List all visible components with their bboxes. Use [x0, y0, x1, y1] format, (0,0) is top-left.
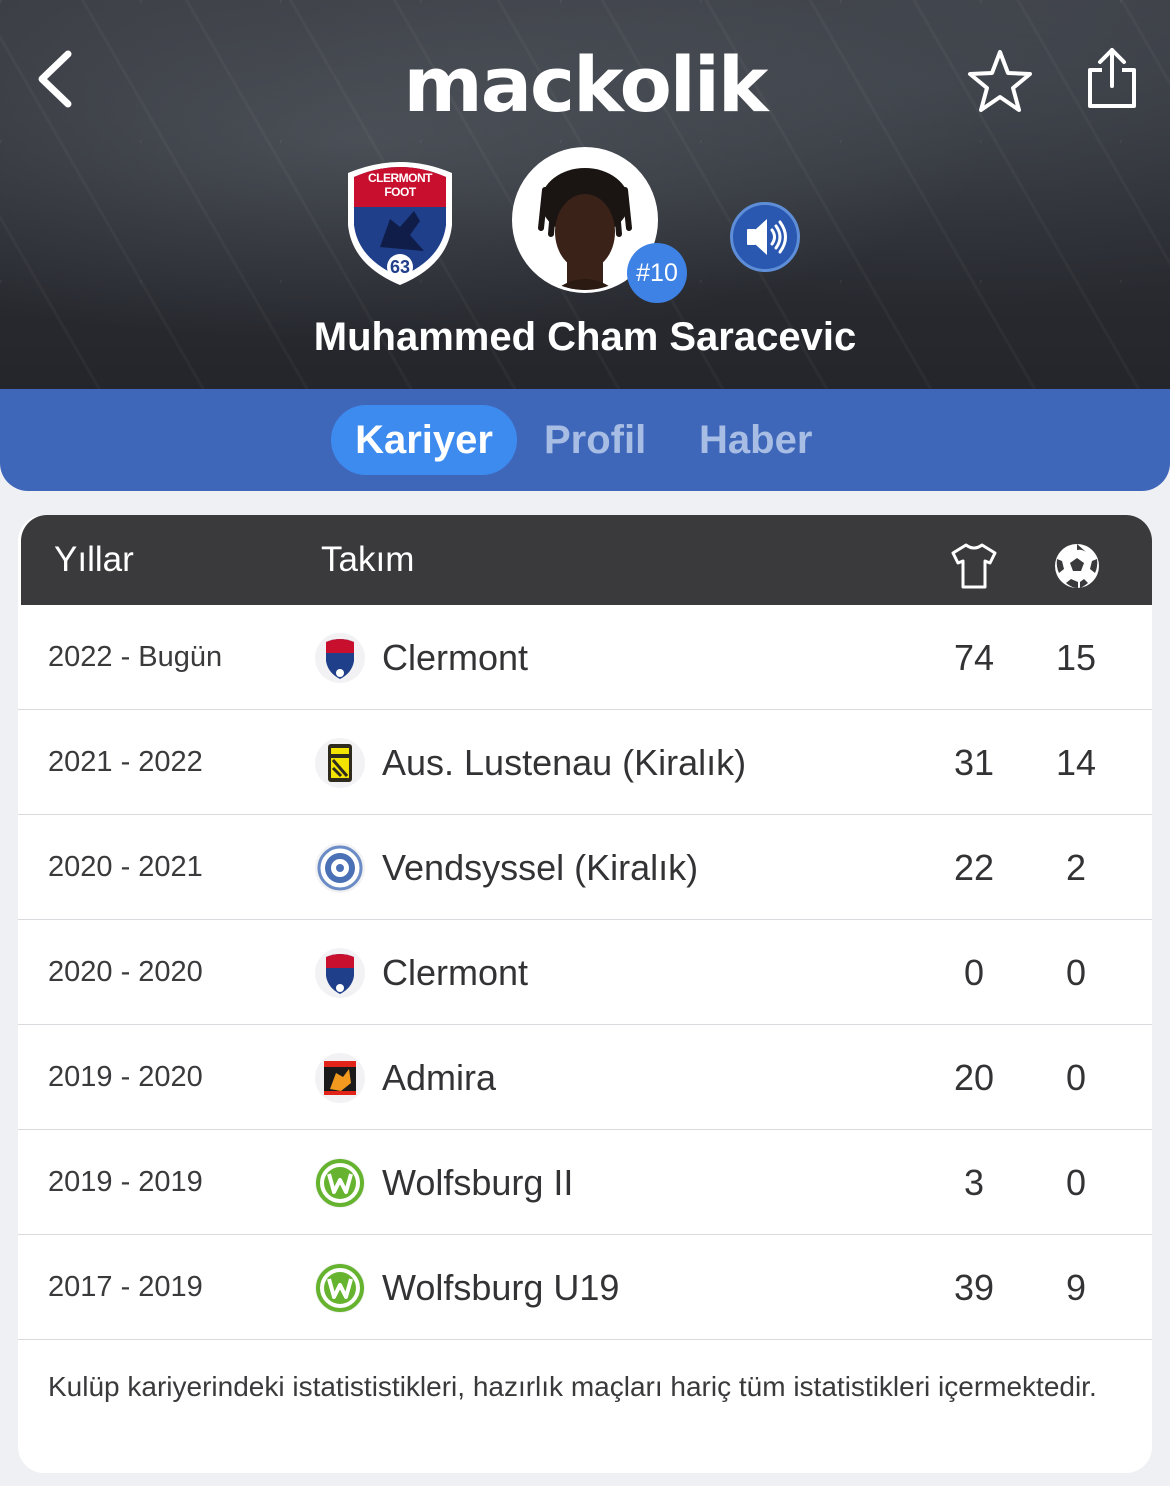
career-row[interactable]: 2019 - 2019 Wolfsburg II 3 0	[18, 1130, 1152, 1235]
star-outline-icon	[968, 50, 1032, 112]
row-goals: 9	[1065, 1267, 1087, 1308]
row-team: Wolfsburg U19	[382, 1267, 620, 1308]
row-appearances: 74	[953, 637, 995, 678]
career-row[interactable]: 2020 - 2020 Clermont 0 0	[18, 920, 1152, 1025]
column-header-years: Yıllar	[54, 540, 134, 579]
career-row[interactable]: 2019 - 2020 Admira 20 0	[18, 1025, 1152, 1130]
admira-crest-icon	[315, 1053, 365, 1103]
share-button[interactable]	[1084, 44, 1140, 112]
row-goals: 2	[1065, 847, 1087, 888]
clermont-crest-icon	[315, 948, 365, 998]
shirt-number-badge: #10	[627, 243, 687, 303]
shirt-icon	[949, 535, 999, 589]
row-team: Wolfsburg II	[382, 1162, 574, 1203]
share-icon	[1088, 48, 1136, 108]
wolfsburg-crest-icon	[315, 1158, 365, 1208]
football-icon	[1052, 535, 1102, 588]
wolfsburg-crest-icon	[315, 1263, 365, 1313]
speaker-icon	[747, 219, 787, 255]
career-row[interactable]: 2017 - 2019 Wolfsburg U19 39 9	[18, 1235, 1152, 1340]
stats-footnote: Kulüp kariyerindeki istatististikleri, h…	[48, 1371, 1097, 1402]
crest-text: CLERMONT FOOT	[368, 171, 433, 199]
favorite-button[interactable]	[966, 48, 1034, 116]
player-name: Muhammed Cham Saracevic	[313, 315, 857, 359]
row-team: Admira	[382, 1057, 497, 1098]
career-rows: 2022 - Bugün Clermont 74 15 2021 - 2022 …	[18, 605, 1152, 1340]
tab-profil[interactable]: Profil	[544, 405, 646, 475]
lustenau-crest-icon	[315, 738, 365, 788]
career-row[interactable]: 2020 - 2021 Vendsyssel (Kiralık) 22 2	[18, 815, 1152, 920]
table-header: Yıllar Takım	[21, 515, 1152, 605]
career-table: Yıllar Takım 2022 - Bugün Clermont 74 15…	[18, 515, 1152, 1473]
row-team: Clermont	[382, 637, 529, 678]
row-years: 2019 - 2020	[48, 1061, 203, 1093]
row-years: 2019 - 2019	[48, 1166, 203, 1198]
column-header-team: Takım	[321, 540, 415, 579]
row-years: 2021 - 2022	[48, 746, 203, 778]
row-goals: 0	[1065, 1162, 1087, 1203]
row-team: Clermont	[382, 952, 529, 993]
club-crest[interactable]: CLERMONT FOOT 63	[340, 155, 460, 287]
vendsyssel-crest-icon	[315, 843, 365, 893]
row-appearances: 31	[953, 742, 995, 783]
row-appearances: 3	[963, 1162, 985, 1203]
row-appearances: 22	[953, 847, 995, 888]
row-goals: 0	[1065, 1057, 1087, 1098]
career-row[interactable]: 2021 - 2022 Aus. Lustenau (Kiralık) 31 1…	[18, 710, 1152, 815]
row-years: 2022 - Bugün	[48, 641, 223, 673]
row-team: Vendsyssel (Kiralık)	[382, 847, 699, 888]
career-row[interactable]: 2022 - Bugün Clermont 74 15	[18, 605, 1152, 710]
row-goals: 14	[1055, 742, 1097, 783]
tab-kariyer[interactable]: Kariyer	[331, 405, 517, 475]
tabs-bar: Kariyer Profil Haber	[0, 389, 1170, 491]
row-years: 2017 - 2019	[48, 1271, 203, 1303]
clermont-crest-icon	[315, 633, 365, 683]
pronunciation-button[interactable]	[730, 202, 800, 272]
row-goals: 0	[1065, 952, 1087, 993]
row-goals: 15	[1055, 637, 1097, 678]
crest-number: 63	[389, 257, 411, 277]
tab-haber[interactable]: Haber	[699, 405, 812, 475]
row-appearances: 0	[963, 952, 985, 993]
row-team: Aus. Lustenau (Kiralık)	[382, 742, 747, 783]
row-years: 2020 - 2021	[48, 851, 203, 883]
row-appearances: 39	[953, 1267, 995, 1308]
row-years: 2020 - 2020	[48, 956, 203, 988]
row-appearances: 20	[953, 1057, 995, 1098]
player-header: mackolik CLERMONT FOOT 63 #10 Muhammed C…	[0, 0, 1170, 400]
